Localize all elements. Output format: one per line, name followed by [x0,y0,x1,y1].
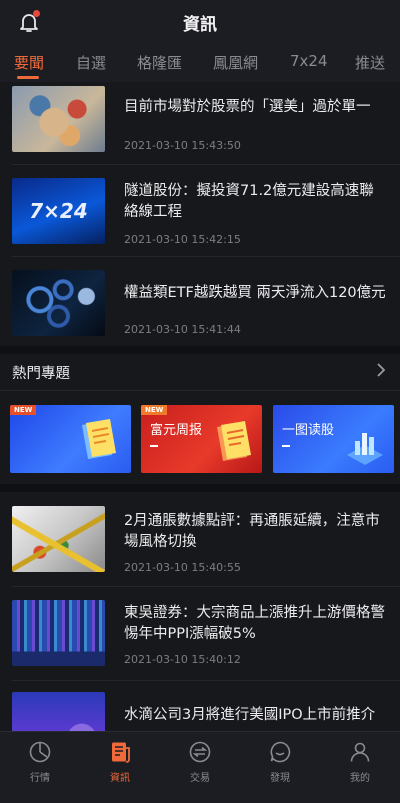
news-item[interactable]: 2月通脹數據點評：再通脹延續，注意市場風格切換 2021-03-10 15:40… [0,506,400,596]
document-illustration-icon [82,419,116,459]
bell-icon[interactable] [18,10,40,33]
news-headline: 目前市場對於股票的「選美」過於單一 [124,99,371,115]
tab-watchlist[interactable]: 自選 [76,52,106,73]
nav-label: 交易 [190,773,210,784]
user-icon [350,742,370,762]
chevron-right-icon [377,363,386,377]
news-time: 2021-03-10 15:40:12 [124,653,241,666]
bar-chart-illustration-icon [347,433,383,465]
divider [12,164,400,165]
section-divider [0,346,400,354]
bottom-navigation: 行情 資訊 交易 發現 我的 [0,731,400,803]
nav-market[interactable]: 行情 [0,732,80,803]
tab-headlines[interactable]: 要聞 [14,52,44,73]
nav-trade[interactable]: 交易 [160,732,240,803]
hot-topics-title: 熱門專題 [12,366,70,382]
news-time: 2021-03-10 15:43:50 [124,139,241,152]
thumbnail-caption: 7×24 [29,199,88,223]
topic-banner[interactable]: NEW 富元周报 [141,405,262,473]
news-thumbnail: 7×24 [12,178,105,244]
news-item[interactable]: 東吳證券：大宗商品上漲推升上游價格警惕年中PPI漲幅破5% 2021-03-10… [0,600,400,690]
exchange-icon [189,741,211,763]
news-headline: 水滴公司3月將進行美國IPO上市前推介 [124,707,376,723]
notification-dot [33,10,40,17]
new-badge: NEW [10,405,37,415]
divider [12,256,400,257]
app-header: 資訊 [0,0,400,44]
news-thumbnail [12,600,105,666]
tab-ifeng[interactable]: 鳳凰網 [213,52,258,73]
banner-title: 一图读股 [282,423,335,438]
news-time: 2021-03-10 15:40:55 [124,561,241,574]
banner-underline [282,445,290,447]
topic-banner[interactable]: NEW [10,405,131,473]
banner-title: 富元周报 [150,423,203,438]
nav-label: 行情 [30,773,50,784]
news-item[interactable]: 水滴公司3月將進行美國IPO上市前推介 [0,692,400,731]
news-thumbnail [12,86,105,152]
section-divider [0,484,400,492]
news-time: 2021-03-10 15:42:15 [124,233,241,246]
divider [12,680,400,681]
news-thumbnail [12,270,105,336]
tab-7x24[interactable]: 7x24 [290,52,328,70]
page-title: 資訊 [183,14,217,35]
divider [0,390,400,391]
document-illustration-icon [217,421,251,461]
news-item[interactable]: 目前市場對於股票的「選美」過於單一 2021-03-10 15:43:50 [0,86,400,176]
hot-topics-header[interactable]: 熱門專題 [0,360,400,386]
tab-push[interactable]: 推送 [355,52,385,73]
divider [12,586,400,587]
news-icon [112,742,130,763]
tab-gelonghui[interactable]: 格隆匯 [137,52,182,73]
tab-bar: 要聞 自選 格隆匯 鳳凰網 7x24 推送 [0,44,400,82]
topic-banners: NEW NEW 富元周报 一图读股 [0,405,400,475]
nav-news[interactable]: 資訊 [80,732,160,803]
discover-icon [270,741,291,763]
new-badge: NEW [141,405,168,415]
news-item[interactable]: 7×24 隧道股份：擬投資71.2億元建設高速聯絡線工程 2021-03-10 … [0,178,400,268]
news-headline: 權益類ETF越跌越買 兩天淨流入120億元 [124,285,386,301]
nav-profile[interactable]: 我的 [320,732,400,803]
chart-pie-icon [29,741,51,763]
news-thumbnail [12,692,105,731]
news-headline: 2月通脹數據點評：再通脹延續，注意市場風格切換 [124,513,380,550]
active-tab-indicator [17,76,39,79]
news-headline: 東吳證券：大宗商品上漲推升上游價格警惕年中PPI漲幅破5% [124,605,385,642]
banner-underline [150,445,158,447]
news-thumbnail [12,506,105,572]
topic-banner[interactable]: 一图读股 [273,405,394,473]
nav-label: 我的 [350,773,370,784]
nav-label: 資訊 [110,773,130,784]
news-time: 2021-03-10 15:41:44 [124,323,241,336]
news-headline: 隧道股份：擬投資71.2億元建設高速聯絡線工程 [124,183,374,220]
nav-discover[interactable]: 發現 [240,732,320,803]
nav-label: 發現 [270,773,290,784]
